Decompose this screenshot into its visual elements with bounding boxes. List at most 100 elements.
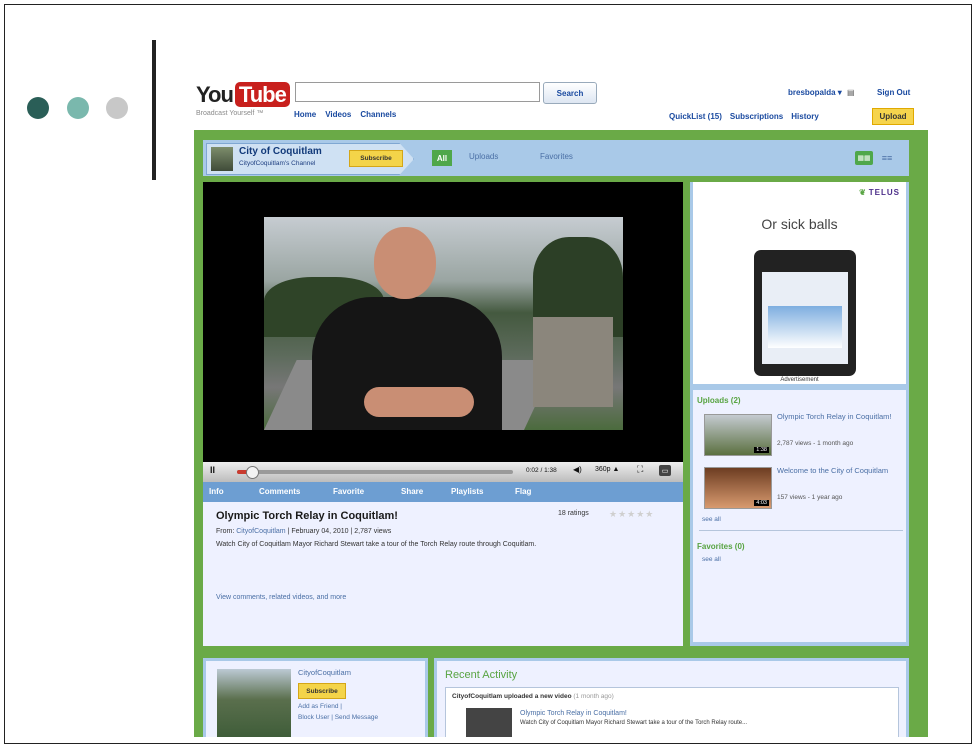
youtube-logo[interactable]: You Tube <box>196 82 290 108</box>
video-info: Olympic Torch Relay in Coquitlam! 18 rat… <box>203 502 683 646</box>
activity-line: CityofCoquitlam uploaded a new video (1 … <box>452 693 614 700</box>
user-menu[interactable]: bresbopalda ▾ <box>788 88 842 97</box>
activity-thumbnail[interactable] <box>466 708 512 737</box>
uploader-link[interactable]: CityofCoquitlam <box>236 528 285 535</box>
quicklist-link[interactable]: QuickList (15) <box>669 112 722 121</box>
upload-title[interactable]: Olympic Torch Relay in Coquitlam! <box>777 412 899 421</box>
phone-image <box>754 250 856 376</box>
channel-subscribe-button[interactable]: Subscribe <box>349 150 403 167</box>
block-message-links[interactable]: Block User | Send Message <box>298 714 378 721</box>
recent-activity-box: Recent Activity CityofCoquitlam uploaded… <box>437 661 906 737</box>
fullscreen-icon[interactable]: ⛶ <box>637 464 643 475</box>
video-title: Olympic Torch Relay in Coquitlam! <box>216 510 398 522</box>
video-tabs: Info Comments Favorite Share Playlists F… <box>203 482 683 502</box>
channel-bar: City of Coquitlam CityofCoquitlam's Chan… <box>203 140 909 176</box>
ratings-count: 18 ratings <box>558 510 589 517</box>
upload-meta: 2,787 views - 1 month ago <box>777 440 854 447</box>
profile-picture[interactable] <box>217 669 291 737</box>
sign-out-link[interactable]: Sign Out <box>877 88 910 97</box>
search-button[interactable]: Search <box>543 82 597 104</box>
nav-channels[interactable]: Channels <box>360 110 396 119</box>
more-link[interactable]: View comments, related videos, and more <box>216 594 346 601</box>
favorites-heading[interactable]: Favorites (0) <box>697 542 745 551</box>
video-description: Watch City of Coquitlam Mayor Richard St… <box>216 541 537 548</box>
tab-playlists[interactable]: Playlists <box>451 487 483 496</box>
mail-icon[interactable]: ▤ <box>847 88 855 97</box>
uploads-see-all[interactable]: see all <box>702 516 721 523</box>
profile-subscribe-button[interactable]: Subscribe <box>298 683 346 699</box>
add-friend-link[interactable]: Add as Friend | <box>298 703 342 710</box>
activity-video-title[interactable]: Olympic Torch Relay in Coquitlam! <box>520 710 627 717</box>
phone-screen-photo <box>768 306 842 348</box>
popout-icon[interactable]: ▭ <box>659 465 671 476</box>
uploads-module: Uploads (2) 1:38 Olympic Torch Relay in … <box>693 390 906 642</box>
activity-video-desc: Watch City of Coquitlam Mayor Richard St… <box>520 720 748 726</box>
nav-videos[interactable]: Videos <box>325 110 351 119</box>
advertisement[interactable]: ❦ TELUS Or sick balls Advertisement <box>693 182 906 384</box>
video-duration: 1:38 <box>754 447 769 453</box>
upload-button[interactable]: Upload <box>872 108 914 125</box>
tab-all[interactable]: All <box>432 150 452 166</box>
sidebar-panel: ❦ TELUS Or sick balls Advertisement Uploa… <box>690 182 909 646</box>
profile-module: CityofCoquitlam Subscribe Add as Friend … <box>203 658 428 737</box>
seek-handle[interactable] <box>245 466 259 479</box>
tab-share[interactable]: Share <box>401 487 423 496</box>
profile-name[interactable]: CityofCoquitlam <box>298 668 351 677</box>
video-player[interactable] <box>203 182 683 462</box>
rating-stars[interactable]: ★★★★★ <box>609 509 654 520</box>
channel-page: City of Coquitlam CityofCoquitlam's Chan… <box>194 130 928 737</box>
video-duration: 4:03 <box>754 500 769 506</box>
video-byline: From: CityofCoquitlam | February 04, 201… <box>216 528 392 535</box>
upload-title[interactable]: Welcome to the City of Coquitlam <box>777 466 899 475</box>
account-nav: QuickList (15) Subscriptions History <box>669 112 827 121</box>
youtube-screenshot: You Tube Broadcast Yourself ™ Search Home… <box>182 76 928 737</box>
slide-dot-3 <box>106 97 128 119</box>
player-controls: II 0:02 / 1:38 ◀) 360p ▲ ⛶ ▭ <box>203 462 683 482</box>
tab-uploads[interactable]: Uploads <box>469 152 498 161</box>
subscriptions-link[interactable]: Subscriptions <box>730 112 783 121</box>
seek-bar[interactable] <box>237 466 513 479</box>
tab-info[interactable]: Info <box>209 487 224 496</box>
search-input[interactable] <box>295 82 540 102</box>
time-display: 0:02 / 1:38 <box>526 467 557 474</box>
tab-flag[interactable]: Flag <box>515 487 531 496</box>
history-link[interactable]: History <box>791 112 819 121</box>
channel-name: City of Coquitlam <box>239 146 322 157</box>
phone-screen <box>762 272 848 364</box>
recent-activity-module: Recent Activity CityofCoquitlam uploaded… <box>434 658 909 737</box>
grid-view-icon[interactable]: ▦▦ <box>855 151 873 165</box>
ad-tagline: Or sick balls <box>761 216 838 232</box>
slide-dot-1 <box>27 97 49 119</box>
ad-label: Advertisement <box>780 377 819 383</box>
tab-favorites[interactable]: Favorites <box>540 152 573 161</box>
slide-divider <box>152 40 156 180</box>
channel-label: CityofCoquitlam's Channel <box>239 160 316 167</box>
channel-tab[interactable]: City of Coquitlam CityofCoquitlam's Chan… <box>206 143 414 175</box>
quality-toggle[interactable]: 360p ▲ <box>595 466 619 473</box>
nav-home[interactable]: Home <box>294 110 316 119</box>
recent-activity-title: Recent Activity <box>445 669 518 681</box>
volume-icon[interactable]: ◀) <box>573 465 582 474</box>
tab-favorite[interactable]: Favorite <box>333 487 364 496</box>
video-fence <box>533 317 613 407</box>
divider <box>699 530 903 531</box>
favorites-see-all[interactable]: see all <box>702 556 721 563</box>
video-thumbnail[interactable]: 1:38 <box>704 414 772 456</box>
uploads-heading[interactable]: Uploads (2) <box>697 396 741 405</box>
pause-icon[interactable]: II <box>210 465 215 475</box>
video-panel: II 0:02 / 1:38 ◀) 360p ▲ ⛶ ▭ Info Commen… <box>203 182 683 646</box>
video-person-hands <box>364 387 474 417</box>
telus-logo: ❦ TELUS <box>859 188 900 197</box>
logo-tagline: Broadcast Yourself ™ <box>196 110 264 117</box>
list-view-icon[interactable]: ≡≡ <box>879 151 895 165</box>
leaf-icon: ❦ <box>859 188 867 197</box>
tab-comments[interactable]: Comments <box>259 487 300 496</box>
slide-dot-2 <box>67 97 89 119</box>
video-person-head <box>374 227 436 299</box>
upload-meta: 157 views - 1 year ago <box>777 494 843 501</box>
channel-avatar <box>211 147 233 171</box>
top-nav: Home Videos Channels <box>294 110 405 119</box>
video-thumbnail[interactable]: 4:03 <box>704 467 772 509</box>
video-frame[interactable] <box>264 217 623 430</box>
activity-item: CityofCoquitlam uploaded a new video (1 … <box>445 687 899 737</box>
